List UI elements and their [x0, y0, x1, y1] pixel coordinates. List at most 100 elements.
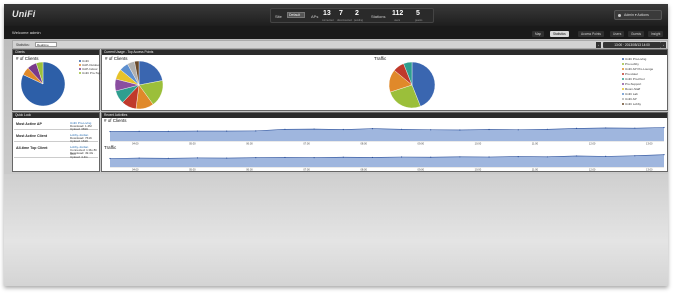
- x-tick-label: 11:00: [532, 142, 539, 146]
- user-menu-label: Admin ▾ Actions: [624, 13, 649, 17]
- data-point[interactable]: [109, 157, 111, 160]
- tab-insight[interactable]: Insight: [648, 31, 664, 37]
- application-window: UniFi Site Default APs 13 connected 7 di…: [4, 4, 668, 286]
- traffic-legend-item: Pro-Hotel: [622, 72, 638, 76]
- x-tick-label: 08:00: [360, 168, 367, 172]
- x-tick-label: 12:00: [589, 142, 596, 146]
- data-point[interactable]: [255, 157, 257, 159]
- stations-users-label: users: [394, 19, 401, 22]
- x-tick-label: 05:00: [189, 142, 196, 146]
- data-point[interactable]: [255, 130, 257, 132]
- data-point[interactable]: [400, 156, 403, 158]
- current-clients-pie-chart: [114, 60, 164, 110]
- status-summary: Site Default APs 13 connected 7 disconne…: [270, 8, 434, 23]
- tab-statistics[interactable]: Statistics: [550, 31, 569, 37]
- data-point[interactable]: [138, 157, 140, 159]
- data-point[interactable]: [459, 156, 461, 158]
- user-menu[interactable]: Admin ▾ Actions: [614, 10, 662, 20]
- data-point[interactable]: [546, 156, 548, 158]
- user-icon: [618, 14, 621, 17]
- data-point[interactable]: [196, 130, 199, 132]
- stats-range-select[interactable]: Realtime: [35, 42, 57, 47]
- data-point[interactable]: [313, 157, 315, 159]
- data-point[interactable]: [605, 127, 607, 129]
- nav-bar: Welcome admin Map Statistics Access Poin…: [4, 26, 668, 39]
- welcome-text: Welcome admin: [12, 30, 41, 35]
- quick-look-row: All-time Top Client Lobby-Jordan Connect…: [14, 144, 98, 159]
- data-point[interactable]: [663, 154, 665, 156]
- date-range-picker[interactable]: 13:00 · 2013/05/13 14:00: [603, 42, 661, 48]
- x-tick-label: 12:00: [589, 168, 596, 172]
- quick-look-value: Upload: 161K: [70, 139, 89, 143]
- aps-label: APs: [311, 14, 319, 19]
- traffic-legend-item: Room-Staff: [622, 87, 640, 91]
- data-point[interactable]: [488, 156, 490, 158]
- data-point[interactable]: [196, 157, 199, 159]
- traffic-legend-item: UniFi AP Pro-Lounge: [622, 67, 653, 71]
- data-point[interactable]: [167, 157, 169, 159]
- data-point[interactable]: [430, 156, 432, 158]
- data-point[interactable]: [634, 155, 636, 157]
- area-fill: [110, 154, 664, 167]
- data-point[interactable]: [342, 156, 344, 158]
- site-select[interactable]: Default: [287, 12, 305, 18]
- data-point[interactable]: [342, 128, 344, 131]
- clients-panel: Clients # of Clients UniFi UAP-Outdoor U…: [12, 49, 100, 111]
- x-tick-label: 05:00: [189, 168, 196, 172]
- filter-bar: Statistics: Realtime ‹ 13:00 · 2013/05/1…: [12, 40, 668, 49]
- data-point[interactable]: [167, 130, 169, 132]
- data-point[interactable]: [226, 157, 228, 159]
- traffic-legend-item: Pro-Lobby: [622, 62, 639, 66]
- x-tick-label: 08:00: [360, 142, 367, 146]
- aps-disconnected-count[interactable]: 7: [339, 10, 343, 17]
- current-usage-panel: Current Usage - Top Access Points # of C…: [101, 49, 668, 111]
- x-tick-label: 09:00: [418, 168, 425, 172]
- date-next-button[interactable]: ›: [661, 42, 666, 48]
- site-label: Site: [275, 14, 282, 19]
- stations-guests-count[interactable]: 5: [416, 10, 420, 17]
- data-point[interactable]: [663, 126, 665, 129]
- x-tick-label: 10:00: [475, 142, 482, 146]
- traffic-legend-item: UniFi Lab: [622, 92, 638, 96]
- data-point[interactable]: [284, 128, 286, 130]
- data-point[interactable]: [575, 127, 578, 129]
- recent-activities-panel: Recent Activities # of Clients 04:00 05:0…: [101, 112, 668, 172]
- clients-area-chart: 04:00 05:00 06:00 07:00 08:00 09:00 10:00 11:00…: [109, 126, 665, 146]
- aps-connected-label: connected: [322, 19, 334, 22]
- data-point[interactable]: [109, 130, 111, 133]
- quick-look-panel: Quick Look Most Active AP UniFi Pro-Livi…: [12, 112, 100, 172]
- tab-users[interactable]: Users: [610, 31, 625, 37]
- stations-users-count[interactable]: 112: [392, 10, 403, 17]
- data-point[interactable]: [517, 129, 519, 131]
- data-point[interactable]: [430, 129, 432, 131]
- tab-map[interactable]: Map: [532, 31, 545, 37]
- data-point[interactable]: [459, 129, 461, 131]
- data-point[interactable]: [284, 156, 286, 159]
- aps-connected-count[interactable]: 13: [323, 10, 331, 17]
- aps-pending-count[interactable]: 2: [355, 10, 359, 17]
- data-point[interactable]: [400, 128, 403, 130]
- quick-look-row: Most Active AP UniFi Pro-Living Download…: [14, 120, 98, 131]
- quick-look-label: Most Active Client: [16, 134, 48, 138]
- x-tick-label: 13:00: [646, 168, 653, 172]
- data-point[interactable]: [517, 155, 519, 158]
- date-prev-button[interactable]: ‹: [596, 42, 601, 48]
- quick-look-header: Quick Look: [13, 113, 99, 118]
- x-tick-label: 11:00: [532, 168, 539, 172]
- tab-guests[interactable]: Guests: [628, 31, 645, 37]
- data-point[interactable]: [488, 128, 490, 131]
- data-point[interactable]: [371, 156, 374, 159]
- data-point[interactable]: [371, 128, 374, 130]
- x-tick-label: 06:00: [246, 142, 253, 146]
- data-point[interactable]: [313, 128, 315, 130]
- data-point[interactable]: [605, 155, 607, 157]
- quick-look-value: Download: 49.4G · Upload: 4.4G: [70, 151, 96, 159]
- data-point[interactable]: [546, 128, 548, 130]
- quick-look-label: All-time Top Client: [16, 146, 48, 150]
- traffic-area-chart: 04:00 05:00 06:00 07:00 08:00 09:00 10:00 11:00…: [109, 154, 665, 172]
- data-point[interactable]: [634, 127, 636, 129]
- tab-access-points[interactable]: Access Points: [578, 31, 605, 37]
- data-point[interactable]: [575, 155, 578, 157]
- data-point[interactable]: [138, 130, 140, 132]
- data-point[interactable]: [226, 130, 228, 132]
